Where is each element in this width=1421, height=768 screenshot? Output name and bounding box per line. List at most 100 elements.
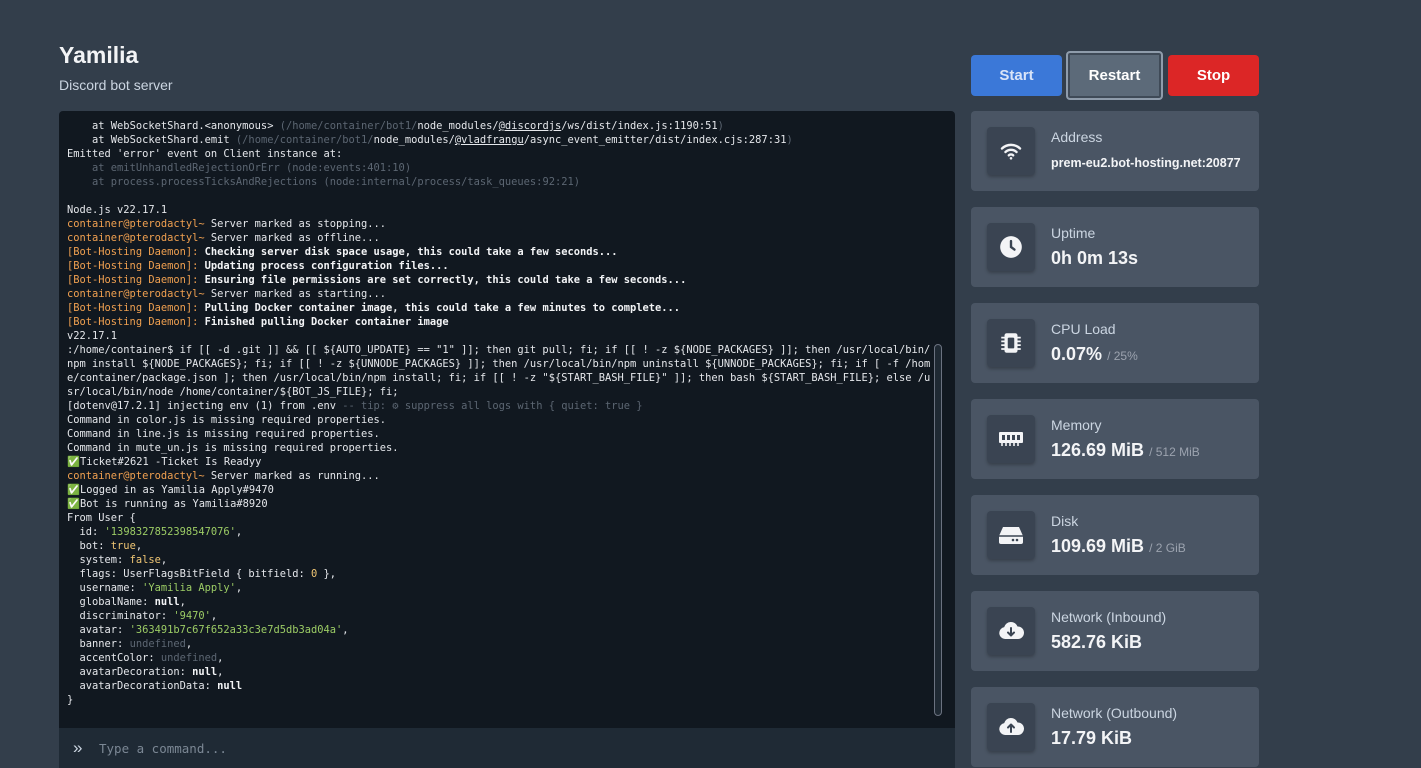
console-line-segment: undefined xyxy=(160,652,218,664)
console-line-segment: avatarDecoration: xyxy=(67,666,193,678)
console-line-segment: [Bot-Hosting Daemon]: xyxy=(67,260,199,272)
console-line-segment: at emitUnhandledRejectionOrErr (node:eve… xyxy=(67,162,412,174)
console-line: [Bot-Hosting Daemon]: Pulling Docker con… xyxy=(67,301,933,315)
console-line: bot: true, xyxy=(67,539,933,553)
console-line-segment: -- tip: ⚙ suppress all logs with { quiet… xyxy=(342,400,643,412)
clock-icon xyxy=(987,223,1035,271)
console-line-segment: container@pterodactyl~ xyxy=(67,232,205,244)
console-line-segment: Server marked as stopping... xyxy=(204,218,387,230)
console-line: :/home/container$ if [[ -d .git ]] && [[… xyxy=(67,343,933,399)
console-line-segment: [Bot-Hosting Daemon]: xyxy=(67,316,199,328)
console-scrollbar[interactable] xyxy=(934,344,942,716)
console-line: flags: UserFlagsBitField { bitfield: 0 }… xyxy=(67,567,933,581)
server-description: Discord bot server xyxy=(59,77,173,93)
stat-limit: / 512 MiB xyxy=(1149,445,1200,459)
stat-value: 126.69 MiB xyxy=(1051,440,1145,460)
command-bar: » xyxy=(59,728,955,768)
console-line-segment: username: xyxy=(67,582,143,594)
console-line: at WebSocketShard.<anonymous> (/home/con… xyxy=(67,119,933,133)
console-line-segment: /async_event_emitter/dist/index.cjs:287:… xyxy=(523,134,787,146)
console-line-segment: undefined xyxy=(129,638,186,650)
console-line-segment: Finished pulling Docker container image xyxy=(198,316,449,328)
console-line: avatarDecorationData: null xyxy=(67,679,933,693)
stat-value-wrap: 109.69 MiB / 2 GiB xyxy=(1051,536,1186,557)
console-output[interactable]: at WebSocketShard.<anonymous> (/home/con… xyxy=(59,111,955,728)
stat-label: Network (Outbound) xyxy=(1051,705,1178,721)
wifi-icon xyxy=(987,127,1035,175)
console-line-segment: From User { xyxy=(67,512,136,524)
console-line-segment: avatar: xyxy=(67,624,130,636)
console-line: accentColor: undefined, xyxy=(67,651,933,665)
console-line-segment: discriminator: xyxy=(67,610,174,622)
console-line-segment: Server marked as starting... xyxy=(204,288,387,300)
stop-button[interactable]: Stop xyxy=(1168,55,1259,96)
console-line-segment: container@pterodactyl~ xyxy=(67,288,205,300)
memory-icon xyxy=(987,415,1035,463)
chevron-double-right-icon: » xyxy=(73,738,83,757)
console-line-segment: , xyxy=(160,554,168,566)
console-line: container@pterodactyl~ Server marked as … xyxy=(67,217,933,231)
stat-label: Address xyxy=(1051,129,1103,145)
console-line-segment: }, xyxy=(317,568,337,580)
console-line-segment: @vladfrangu xyxy=(454,134,524,146)
stat-label: CPU Load xyxy=(1051,321,1116,337)
console-line: container@pterodactyl~ Server marked as … xyxy=(67,287,933,301)
console-line-segment: null xyxy=(192,666,218,678)
stat-value: 0h 0m 13s xyxy=(1051,248,1139,268)
console-line-segment: at process.processTicksAndRejections (no… xyxy=(67,176,580,188)
console-line-segment: null xyxy=(217,680,243,692)
console-line-segment: accentColor: xyxy=(67,652,161,664)
console-line-segment: ✅Ticket#2621 -Ticket Is Readyy xyxy=(67,456,262,468)
console-line: at WebSocketShard.emit (/home/container/… xyxy=(67,133,933,147)
console-line: [Bot-Hosting Daemon]: Checking server di… xyxy=(67,245,933,259)
console-line-segment: ) xyxy=(786,134,793,146)
console-line-segment: bot: xyxy=(67,540,111,552)
console-line: From User { xyxy=(67,511,933,525)
console-line-segment: Node.js v22.17.1 xyxy=(67,204,168,216)
console-line: } xyxy=(67,693,933,707)
console-line-segment: v22.17.1 xyxy=(67,330,118,342)
console-line-segment: , xyxy=(210,610,218,622)
console-line-segment: Pulling Docker container image, this cou… xyxy=(198,302,681,314)
stat-value-wrap: 582.76 KiB xyxy=(1051,632,1142,653)
command-input[interactable] xyxy=(97,736,941,760)
console-line: banner: undefined, xyxy=(67,637,933,651)
console-line-segment: :/home/container$ if [[ -d .git ]] && [[… xyxy=(67,344,931,398)
console-line-segment: '1398327852398547076' xyxy=(104,526,236,538)
console-line-segment: [dotenv@17.2.1] injecting env (1) from .… xyxy=(67,400,343,412)
stat-label: Memory xyxy=(1051,417,1102,433)
console-line: [Bot-Hosting Daemon]: Ensuring file perm… xyxy=(67,273,933,287)
console-line-segment: null xyxy=(154,596,180,608)
stat-label: Network (Inbound) xyxy=(1051,609,1167,625)
cloud-download-icon xyxy=(987,607,1035,655)
console-line: ✅Logged in as Yamilia Apply#9470 xyxy=(67,483,933,497)
console-line-segment: @discordjs xyxy=(498,120,562,132)
console-line-segment: ✅Logged in as Yamilia Apply#9470 xyxy=(67,484,274,496)
stat-limit: / 2 GiB xyxy=(1149,541,1186,555)
console-line: globalName: null, xyxy=(67,595,933,609)
stat-value-wrap: 0.07% / 25% xyxy=(1051,344,1138,365)
stat-value: 0.07% xyxy=(1051,344,1103,364)
console-line-segment: , xyxy=(235,582,243,594)
console-line: ✅Bot is running as Yamilia#8920 xyxy=(67,497,933,511)
stat-limit: / 25% xyxy=(1107,349,1138,363)
restart-button[interactable]: Restart xyxy=(1066,51,1163,100)
console-line-segment: [Bot-Hosting Daemon]: xyxy=(67,246,199,258)
console-line-segment: flags: UserFlagsBitField { bitfield: xyxy=(67,568,311,580)
console-line: [Bot-Hosting Daemon]: Finished pulling D… xyxy=(67,315,933,329)
console-line: [dotenv@17.2.1] injecting env (1) from .… xyxy=(67,399,933,413)
console-line-segment: , xyxy=(342,624,349,636)
console-line-segment: container@pterodactyl~ xyxy=(67,470,205,482)
console-line: Command in color.js is missing required … xyxy=(67,413,933,427)
console-line: id: '1398327852398547076', xyxy=(67,525,933,539)
console-line: avatarDecoration: null, xyxy=(67,665,933,679)
cpu-icon xyxy=(987,319,1035,367)
stat-card-network-outbound: Network (Outbound) 17.79 KiB xyxy=(971,687,1259,767)
stat-value-wrap: prem-eu2.bot-hosting.net:20877 xyxy=(1051,156,1241,170)
console-line: at process.processTicksAndRejections (no… xyxy=(67,175,933,189)
start-button[interactable]: Start xyxy=(971,55,1062,96)
console-line-segment: id: xyxy=(67,526,105,538)
stat-card-disk: Disk 109.69 MiB / 2 GiB xyxy=(971,495,1259,575)
server-title: Yamilia xyxy=(59,42,139,68)
console-line-segment: false xyxy=(129,554,161,566)
